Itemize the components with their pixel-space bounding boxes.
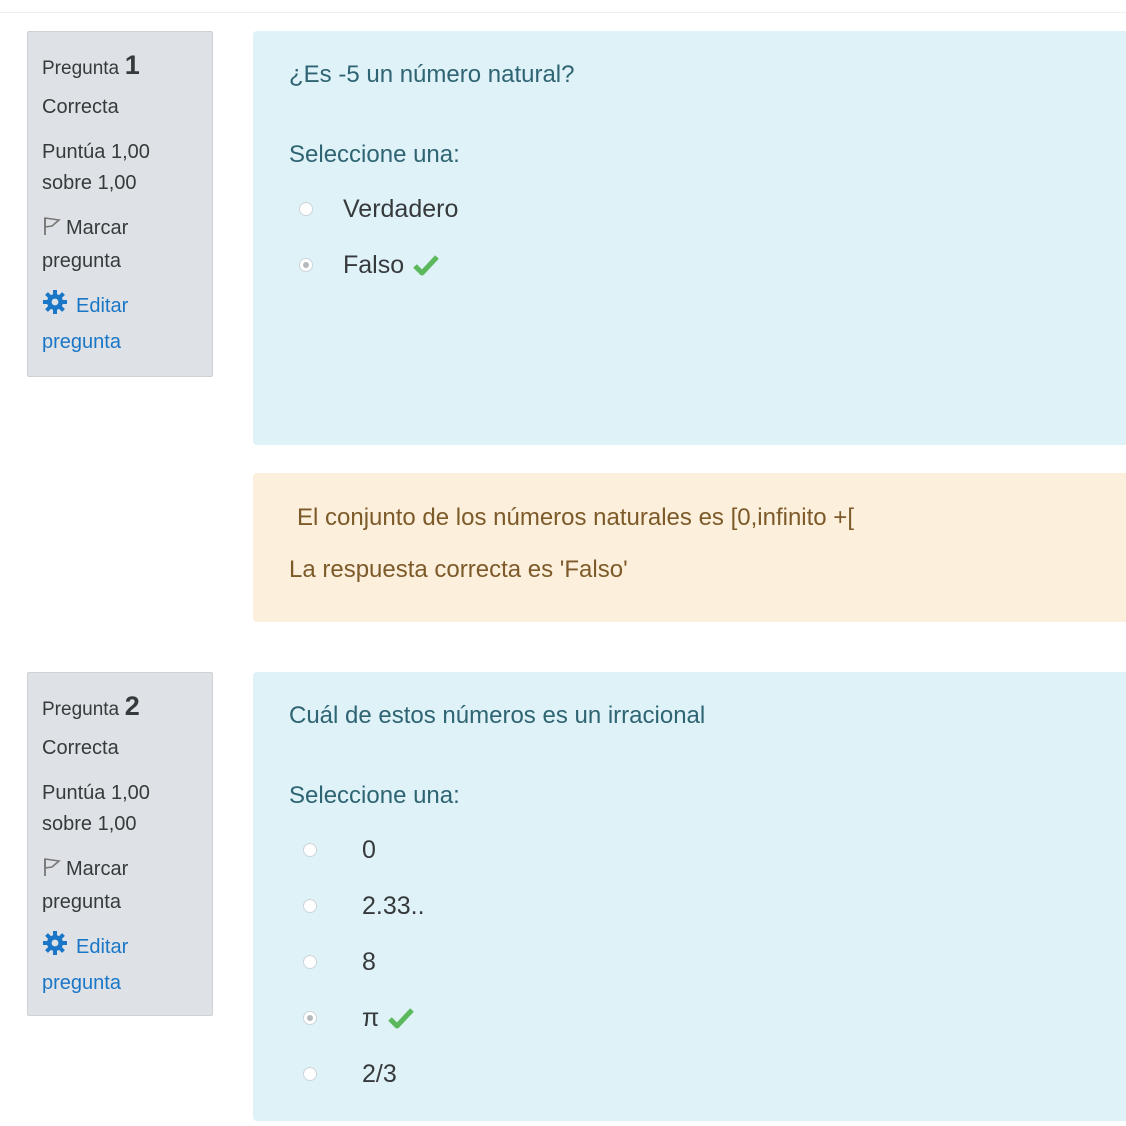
answer-option[interactable]: 2/3 [289, 1046, 1097, 1102]
question-formulation-2: Cuál de estos números es un irracional S… [253, 672, 1126, 1121]
question-grade: Puntúa 1,00 sobre 1,00 [42, 778, 198, 840]
radio-button[interactable] [303, 955, 317, 969]
answer-label: π [362, 1003, 380, 1032]
radio-button[interactable] [303, 899, 317, 913]
question-number: 1 [124, 50, 140, 80]
flag-label-2: pregunta [42, 250, 121, 272]
question-info-2: Pregunta 2 Correcta Puntúa 1,00 sobre 1,… [27, 672, 213, 1016]
flag-icon [42, 856, 66, 887]
flag-label-2: pregunta [42, 891, 121, 913]
radio-button[interactable] [303, 843, 317, 857]
edit-question-link[interactable]: Editar pregunta [42, 930, 198, 1000]
question-grade: Puntúa 1,00 sobre 1,00 [42, 137, 198, 199]
question-info-1: Pregunta 1 Correcta Puntúa 1,00 sobre 1,… [27, 31, 213, 377]
answer-label: Falso [343, 250, 405, 279]
answer-option[interactable]: 8 [289, 934, 1097, 990]
answer-list: Verdadero Falso [289, 181, 1097, 293]
question-number: 2 [124, 691, 140, 721]
flag-icon [42, 215, 66, 246]
radio-button-checked[interactable] [299, 258, 313, 272]
answer-prompt: Seleccione una: [289, 141, 460, 168]
edit-question-link[interactable]: Editar pregunta [42, 289, 198, 359]
grade-line-1: Puntúa 1,00 [42, 141, 150, 163]
answer-prompt: Seleccione una: [289, 782, 460, 809]
edit-label-2: pregunta [42, 972, 121, 994]
answer-label: 8 [362, 947, 376, 976]
radio-button[interactable] [303, 1067, 317, 1081]
answer-label: 0 [362, 835, 376, 864]
flag-label-1: Marcar [66, 858, 129, 880]
grade-line-2: sobre 1,00 [42, 813, 137, 835]
question-number-row: Pregunta 2 [42, 691, 198, 725]
right-answer-text: La respuesta correcta es 'Falso' [289, 556, 628, 583]
answer-label: Verdadero [343, 194, 459, 223]
answer-option[interactable]: 0 [289, 822, 1097, 878]
grade-line-2: sobre 1,00 [42, 172, 137, 194]
radio-button[interactable] [299, 202, 313, 216]
question-text: ¿Es -5 un número natural? [289, 61, 575, 88]
gear-icon [42, 930, 76, 967]
answer-option-selected[interactable]: Falso [289, 237, 1097, 293]
grade-line-1: Puntúa 1,00 [42, 782, 150, 804]
gear-icon [42, 289, 76, 326]
check-icon [412, 253, 440, 277]
answer-label: 2.33.. [362, 891, 425, 920]
flag-label-1: Marcar [66, 217, 129, 239]
top-divider [0, 12, 1126, 13]
flag-question-button[interactable]: Marcar pregunta [42, 213, 198, 277]
question-label: Pregunta [42, 58, 120, 79]
question-formulation-1: ¿Es -5 un número natural? Seleccione una… [253, 31, 1126, 445]
radio-button-checked[interactable] [303, 1011, 317, 1025]
question-text: Cuál de estos números es un irracional [289, 702, 706, 729]
flag-question-button[interactable]: Marcar pregunta [42, 854, 198, 918]
edit-label-2: pregunta [42, 331, 121, 353]
edit-label-1: Editar [76, 936, 129, 958]
question-number-row: Pregunta 1 [42, 50, 198, 84]
answer-option[interactable]: Verdadero [289, 181, 1097, 237]
answer-option[interactable]: 2.33.. [289, 878, 1097, 934]
question-label: Pregunta [42, 699, 120, 720]
check-icon [387, 1006, 415, 1030]
answer-list: 0 2.33.. 8 π 2/3 [289, 822, 1097, 1102]
question-state: Correcta [42, 737, 119, 759]
feedback-text: El conjunto de los números naturales es … [297, 504, 854, 531]
question-outcome-1: El conjunto de los números naturales es … [253, 473, 1126, 622]
answer-option-selected[interactable]: π [289, 990, 1097, 1046]
question-state: Correcta [42, 96, 119, 118]
edit-label-1: Editar [76, 295, 129, 317]
answer-label: 2/3 [362, 1059, 397, 1088]
